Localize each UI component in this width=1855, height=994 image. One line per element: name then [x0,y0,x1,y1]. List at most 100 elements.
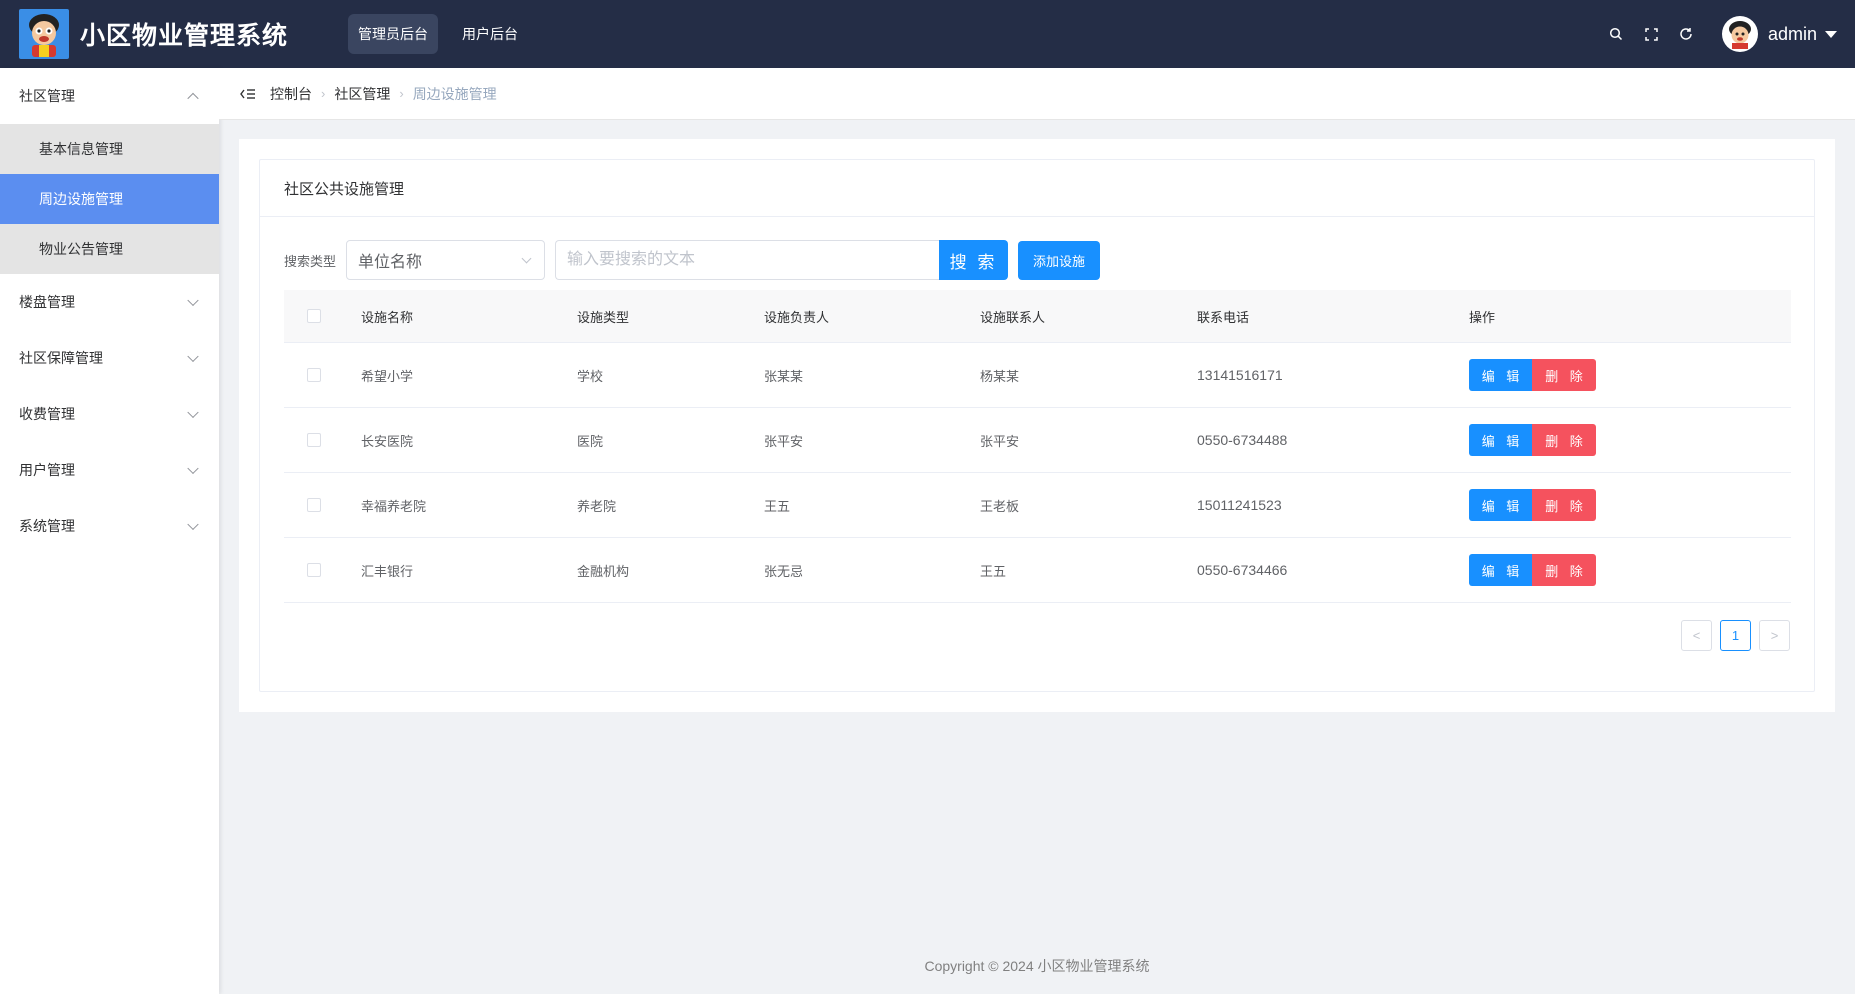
facility-type: 养老院 [577,498,617,514]
edit-button[interactable]: 编 辑 [1469,554,1532,586]
facility-name: 希望小学 [361,368,414,384]
facility-type: 金融机构 [577,563,630,579]
edit-button[interactable]: 编 辑 [1469,489,1532,521]
refresh-icon[interactable] [1669,17,1704,52]
menu-label: 收费管理 [19,406,75,422]
breadcrumb: 控制台 › 社区管理 › 周边设施管理 [270,84,497,104]
facility-type: 医院 [577,433,604,449]
search-type-label: 搜索类型 [284,253,337,269]
search-input[interactable] [555,240,940,280]
row-select-cell [284,433,361,447]
column-header: 设施联系人 [980,309,1046,325]
menu-buildings[interactable]: 楼盘管理 [0,274,219,330]
row-actions: 编 辑 删 除 [1469,424,1791,456]
select-all-checkbox[interactable] [307,309,321,323]
edit-button[interactable]: 编 辑 [1469,359,1532,391]
table-row: 希望小学 学校 张某某 杨某某 13141516171 编 辑 删 除 [284,343,1791,408]
search-button[interactable]: 搜 索 [939,240,1009,280]
row-checkbox[interactable] [307,563,321,577]
facility-contact: 王五 [980,563,1007,579]
header-tools: admin [1599,0,1837,68]
search-type-select[interactable]: 单位名称 [346,240,546,280]
next-page-button[interactable]: > [1759,620,1790,651]
row-select-cell [284,563,361,577]
menu-label: 楼盘管理 [19,294,75,310]
table-row: 长安医院 医院 张平安 张平安 0550-6734488 编 辑 删 除 [284,408,1791,473]
select-all-cell [284,309,361,323]
nav-user-backend[interactable]: 用户后台 [452,14,528,54]
prev-page-button[interactable]: < [1681,620,1712,651]
menu-security[interactable]: 社区保障管理 [0,330,219,386]
facilities-table: 设施名称 设施类型 设施负责人 设施联系人 联系电话 操作 希望小学 学校 张某… [284,290,1791,603]
facility-contact: 王老板 [980,498,1020,514]
chevron-down-icon [187,518,199,531]
menu-community[interactable]: 社区管理 [0,68,219,124]
footer-copyright: Copyright © 2024 小区物业管理系统 [924,958,1150,974]
row-checkbox[interactable] [307,433,321,447]
row-actions: 编 辑 删 除 [1469,554,1791,586]
row-checkbox[interactable] [307,498,321,512]
breadcrumb-current: 周边设施管理 [412,85,497,102]
menu-users[interactable]: 用户管理 [0,442,219,498]
facility-manager: 王五 [764,498,791,514]
fullscreen-icon[interactable] [1634,17,1669,52]
facility-manager: 张无忌 [764,563,804,579]
caret-down-icon[interactable] [1825,30,1837,38]
column-header: 设施名称 [361,309,414,325]
facility-name: 幸福养老院 [361,498,427,514]
column-header: 联系电话 [1197,309,1250,325]
search-icon[interactable] [1599,17,1634,52]
row-actions: 编 辑 删 除 [1469,489,1791,521]
menu-system[interactable]: 系统管理 [0,498,219,554]
pagination: < 1 > [1681,620,1790,651]
menu-label: 社区保障管理 [19,350,103,366]
column-header: 操作 [1469,309,1496,325]
username[interactable]: admin [1768,24,1817,45]
chevron-down-icon [187,462,199,475]
delete-button[interactable]: 删 除 [1532,554,1596,586]
menu-label: 用户管理 [19,462,75,478]
facility-contact: 张平安 [980,433,1020,449]
top-header: 小区物业管理系统 管理员后台 用户后台 admin [0,0,1855,68]
chevron-up-icon [187,92,199,105]
sidebar-item-announcements[interactable]: 物业公告管理 [0,224,219,274]
row-checkbox[interactable] [307,368,321,382]
delete-button[interactable]: 删 除 [1532,489,1596,521]
add-facility-button[interactable]: 添加设施 [1018,240,1101,280]
breadcrumb-community[interactable]: 社区管理 [334,84,390,104]
search-bar: 搜索类型 单位名称 搜 索 添加设施 [284,240,1101,280]
app-logo [19,9,69,59]
table-header: 设施名称 设施类型 设施负责人 设施联系人 联系电话 操作 [284,290,1791,343]
search-type-value: 单位名称 [358,254,423,271]
page-number-button[interactable]: 1 [1720,620,1751,651]
column-header: 设施负责人 [764,309,830,325]
facility-phone: 15011241523 [1197,497,1282,513]
chevron-down-icon [187,350,199,363]
facility-phone: 0550-6734488 [1197,432,1288,448]
avatar[interactable] [1721,16,1758,52]
breadcrumb-separator-icon: › [399,86,404,101]
delete-button[interactable]: 删 除 [1532,424,1596,456]
delete-button[interactable]: 删 除 [1532,359,1596,391]
breadcrumb-bar: 控制台 › 社区管理 › 周边设施管理 [219,68,1855,120]
table-row: 汇丰银行 金融机构 张无忌 王五 0550-6734466 编 辑 删 除 [284,538,1791,603]
facility-name: 长安医院 [361,433,414,449]
card-title: 社区公共设施管理 [260,160,1814,217]
facility-phone: 0550-6734466 [1197,562,1288,578]
collapse-sidebar-icon[interactable] [238,84,258,104]
sidebar-item-basic-info[interactable]: 基本信息管理 [0,124,219,174]
row-select-cell [284,498,361,512]
menu-fees[interactable]: 收费管理 [0,386,219,442]
edit-button[interactable]: 编 辑 [1469,424,1532,456]
row-actions: 编 辑 删 除 [1469,359,1791,391]
sidebar-item-facilities[interactable]: 周边设施管理 [0,174,219,224]
breadcrumb-dashboard[interactable]: 控制台 [270,84,312,104]
facilities-card: 社区公共设施管理 搜索类型 单位名称 搜 索 添加设施 设施名称 设施类型 设施… [259,159,1815,692]
facility-manager: 张平安 [764,433,804,449]
top-nav: 管理员后台 用户后台 [348,14,528,54]
breadcrumb-separator-icon: › [321,86,326,101]
facility-phone: 13141516171 [1197,367,1283,383]
nav-admin-backend[interactable]: 管理员后台 [348,14,439,54]
main-panel: 社区公共设施管理 搜索类型 单位名称 搜 索 添加设施 设施名称 设施类型 设施… [239,139,1835,712]
menu-label: 系统管理 [19,518,75,534]
